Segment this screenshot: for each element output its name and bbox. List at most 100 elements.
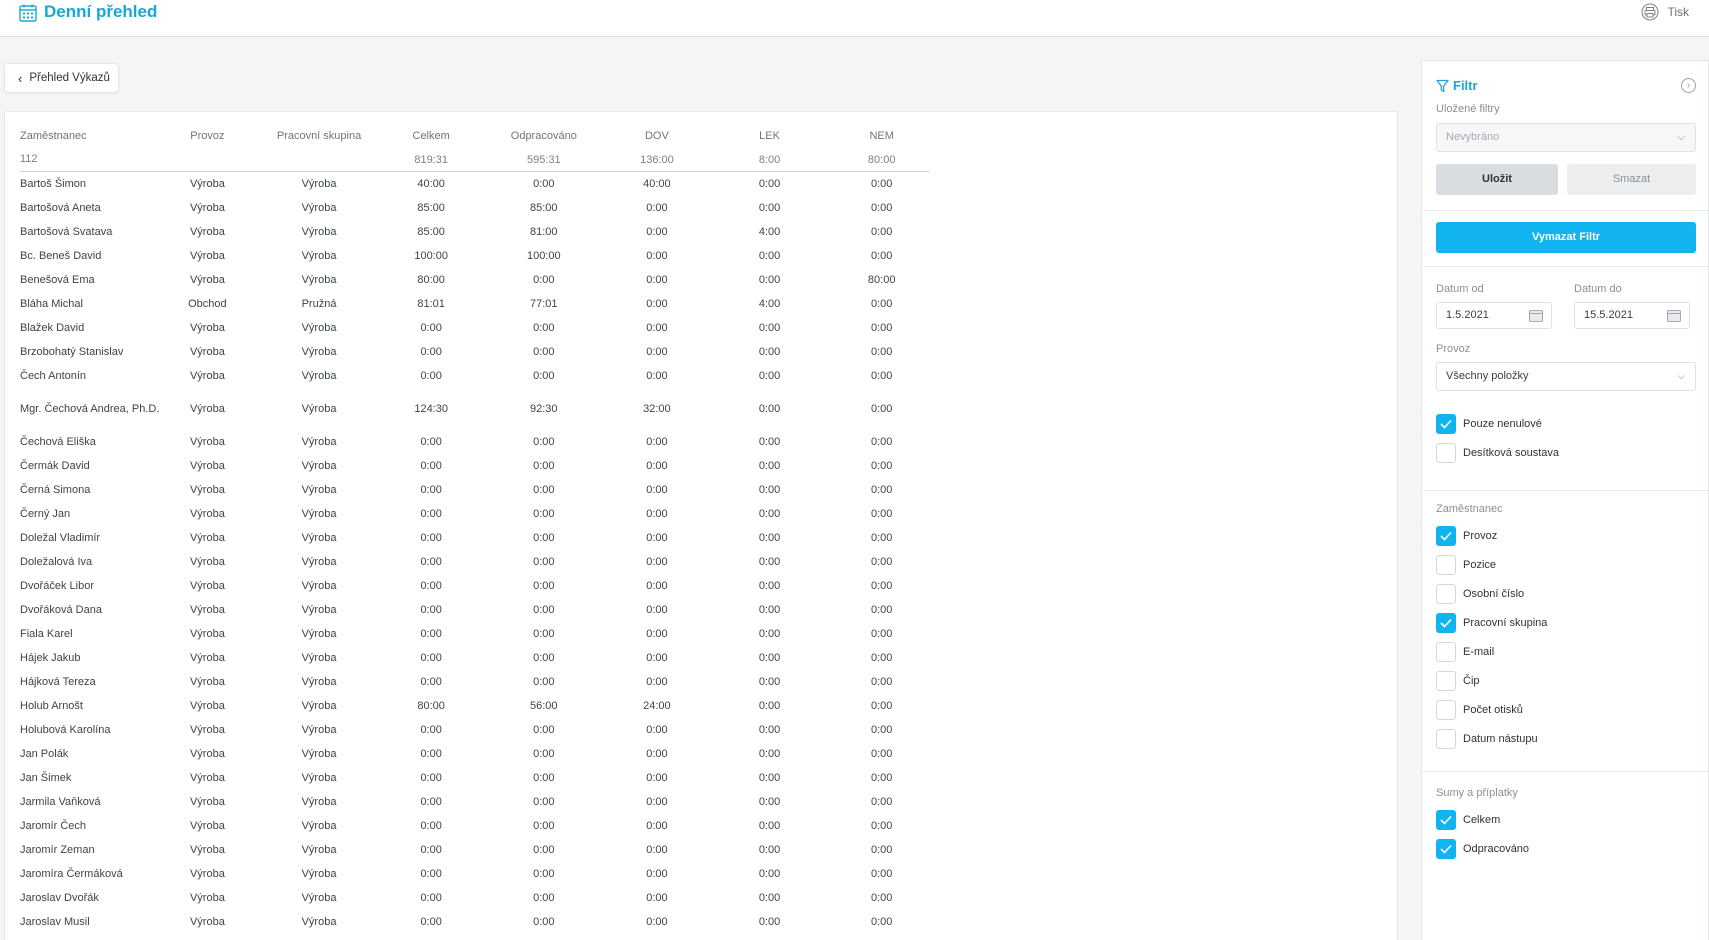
checkbox-unchecked[interactable] <box>1436 729 1456 749</box>
table-cell: 0:00 <box>870 724 893 736</box>
provoz-select[interactable]: Všechny položky ⌵ <box>1436 362 1696 391</box>
checkbox-checked[interactable] <box>1436 810 1456 830</box>
table-cell: Výroba <box>189 652 225 664</box>
checkbox-pozice[interactable]: Pozice <box>1436 555 1496 575</box>
table-cell: 0:00 <box>420 916 442 928</box>
table-row[interactable]: Mgr. Čechová Andrea, Ph.D. Výroba Výroba 12… <box>20 388 930 430</box>
checkbox-pouze-nenulov-[interactable]: Pouze nenulové <box>1436 414 1542 434</box>
table-row[interactable]: Fiala Karel Výroba Výroba 0:00 0:00 0:00 0:00 0… <box>20 622 930 646</box>
table-row[interactable]: Bartoš Šimon Výroba Výroba 40:00 0:00 40:00 0:… <box>20 172 930 196</box>
table-row[interactable]: Čermák David Výroba Výroba 0:00 0:00 0:00 0:00… <box>20 454 930 478</box>
checkbox-unchecked[interactable] <box>1436 555 1456 575</box>
table-cell: Výroba <box>301 460 337 472</box>
table-row[interactable]: Blažek David Výroba Výroba 0:00 0:00 0:00 0:00… <box>20 316 930 340</box>
table-row[interactable]: Dvořáček Libor Výroba Výroba 0:00 0:00 0:00 0:… <box>20 574 930 598</box>
table-row[interactable]: Holub Arnošt Výroba Výroba 80:00 56:00 24:00 0… <box>20 694 930 718</box>
column-header[interactable]: NEM <box>833 130 930 142</box>
table-row[interactable]: Jaromír Zeman Výroba Výroba 0:00 0:00 0:00 0:0… <box>20 838 930 862</box>
table-row[interactable]: Jaromír Čech Výroba Výroba 0:00 0:00 0:00 0:00… <box>20 814 930 838</box>
checkbox-po-et-otisk-[interactable]: Počet otisků <box>1436 700 1523 720</box>
column-header[interactable]: Provoz <box>160 130 256 142</box>
table-cell: 0:00 <box>870 322 893 334</box>
save-filter-button[interactable]: Uložit <box>1436 164 1558 195</box>
table-cell: 0:00 <box>533 892 555 904</box>
checkbox-unchecked[interactable] <box>1436 671 1456 691</box>
table-cell: 0:00 <box>420 820 442 832</box>
checkbox-pracovn-skupina[interactable]: Pracovní skupina <box>1436 613 1547 633</box>
checkbox-label: Odpracováno <box>1463 843 1530 855</box>
checkbox-osobn-slo[interactable]: Osobní číslo <box>1436 584 1524 604</box>
clear-filter-button[interactable]: Vymazat Filtr <box>1436 222 1696 253</box>
employee-name-cell: Mgr. Čechová Andrea, Ph.D. <box>20 402 160 415</box>
table-row[interactable]: Hájková Tereza Výroba Výroba 0:00 0:00 0:00 0:… <box>20 670 930 694</box>
employee-name-cell: Jaromír Čech <box>20 819 87 832</box>
checkbox-unchecked[interactable] <box>1436 700 1456 720</box>
checkbox-checked[interactable] <box>1436 526 1456 546</box>
column-header[interactable]: Pracovní skupina <box>255 130 383 142</box>
back-button-label: Přehled Výkazů <box>29 72 110 84</box>
column-header[interactable]: LEK <box>706 130 834 142</box>
table-cell: 0:00 <box>870 460 893 472</box>
checkbox-datum-n-stupu[interactable]: Datum nástupu <box>1436 729 1538 749</box>
employee-name-cell: Doležal Vladimír <box>20 531 101 544</box>
table-cell: 0:00 <box>758 508 781 520</box>
checkbox-checked[interactable] <box>1436 613 1456 633</box>
column-header[interactable]: Celkem <box>383 130 480 142</box>
table-row[interactable]: Čechová Eliška Výroba Výroba 0:00 0:00 0:00 0:… <box>20 430 930 454</box>
table-row[interactable]: Jaroslav Musil Výroba Výroba 0:00 0:00 0:00 0:… <box>20 910 930 934</box>
checkbox-checked[interactable] <box>1436 839 1456 859</box>
report-table: Zaměstnanec Provoz Pracovní skupina Celk… <box>20 124 930 934</box>
back-to-reports-button[interactable]: ‹ Přehled Výkazů <box>4 63 119 93</box>
table-row[interactable]: Brzobohatý Stanislav Výroba Výroba 0:00 0:00… <box>20 340 930 364</box>
table-row[interactable]: Holubová Karolína Výroba Výroba 0:00 0:00 0:0… <box>20 718 930 742</box>
delete-filter-button[interactable]: Smazat <box>1567 164 1696 195</box>
checkbox-des-tkov-soustava[interactable]: Desítková soustava <box>1436 443 1559 463</box>
employee-name-cell: Jaroslav Musil <box>20 915 90 928</box>
column-header[interactable]: Odpracováno <box>480 130 609 142</box>
filter-funnel-icon <box>1436 79 1449 92</box>
checkbox-unchecked[interactable] <box>1436 642 1456 662</box>
table-cell: 0:00 <box>533 604 555 616</box>
date-to-input[interactable]: 15.5.2021 <box>1574 302 1690 329</box>
table-row[interactable]: Jaromíra Čermáková Výroba Výroba 0:00 0:00 0:… <box>20 862 930 886</box>
table-row[interactable]: Čech Antonín Výroba Výroba 0:00 0:00 0:00 0:00… <box>20 364 930 388</box>
checkbox-provoz[interactable]: Provoz <box>1436 526 1497 546</box>
table-cell: Výroba <box>301 403 337 415</box>
checkbox-e-mail[interactable]: E-mail <box>1436 642 1494 662</box>
table-cell: 0:00 <box>870 892 893 904</box>
checkbox-odpracov-no[interactable]: Odpracováno <box>1436 839 1529 859</box>
table-row[interactable]: Jarmila Vaňková Výroba Výroba 0:00 0:00 0:00 0… <box>20 790 930 814</box>
print-button[interactable]: Tisk <box>1641 3 1689 21</box>
table-row[interactable]: Jaroslav Dvořák Výroba Výroba 0:00 0:00 0:00 0… <box>20 886 930 910</box>
table-row[interactable]: Černá Simona Výroba Výroba 0:00 0:00 0:00 0:00… <box>20 478 930 502</box>
table-row[interactable]: Benešová Ema Výroba Výroba 80:00 0:00 0:00 0:0… <box>20 268 930 292</box>
table-cell: 0:00 <box>758 628 781 640</box>
table-row[interactable]: Doležal Vladimír Výroba Výroba 0:00 0:00 0:00… <box>20 526 930 550</box>
table-row[interactable]: Černý Jan Výroba Výroba 0:00 0:00 0:00 0:00 0:0… <box>20 502 930 526</box>
table-row[interactable]: Jan Polák Výroba Výroba 0:00 0:00 0:00 0:00 0:0… <box>20 742 930 766</box>
checkbox-celkem[interactable]: Celkem <box>1436 810 1500 830</box>
saved-filters-select[interactable]: Nevybráno ⌵ <box>1436 123 1696 152</box>
table-row[interactable]: Doležalová Iva Výroba Výroba 0:00 0:00 0:00 0:… <box>20 550 930 574</box>
column-header[interactable]: Zaměstnanec <box>20 128 160 145</box>
table-cell: 0:00 <box>870 748 893 760</box>
table-row[interactable]: Bc. Beneš David Výroba Výroba 100:00 100:00 0… <box>20 244 930 268</box>
column-header[interactable]: DOV <box>608 130 706 142</box>
date-from-input[interactable]: 1.5.2021 <box>1436 302 1552 329</box>
checkbox-unchecked[interactable] <box>1436 584 1456 604</box>
checkbox-unchecked[interactable] <box>1436 443 1456 463</box>
filter-title-label: Filtr <box>1453 78 1478 93</box>
date-from-value: 1.5.2021 <box>1446 309 1489 321</box>
table-row[interactable]: Bartošová Svatava Výroba Výroba 85:00 81:00 0… <box>20 220 930 244</box>
table-row[interactable]: Jan Šimek Výroba Výroba 0:00 0:00 0:00 0:00 0:0… <box>20 766 930 790</box>
checkbox-label: Pracovní skupina <box>1463 617 1548 629</box>
table-row[interactable]: Bláha Michal Obchod Pružná 81:01 77:01 0:00 4:… <box>20 292 930 316</box>
table-cell: 0:00 <box>758 202 781 214</box>
table-row[interactable]: Hájek Jakub Výroba Výroba 0:00 0:00 0:00 0:00 0… <box>20 646 930 670</box>
collapse-circle-icon[interactable]: › <box>1681 78 1696 93</box>
checkbox--ip[interactable]: Čip <box>1436 671 1480 691</box>
table-cell: 0:00 <box>758 250 781 262</box>
table-row[interactable]: Dvořáková Dana Výroba Výroba 0:00 0:00 0:00 0:… <box>20 598 930 622</box>
table-row[interactable]: Bartošová Aneta Výroba Výroba 85:00 85:00 0:0… <box>20 196 930 220</box>
checkbox-checked[interactable] <box>1436 414 1456 434</box>
